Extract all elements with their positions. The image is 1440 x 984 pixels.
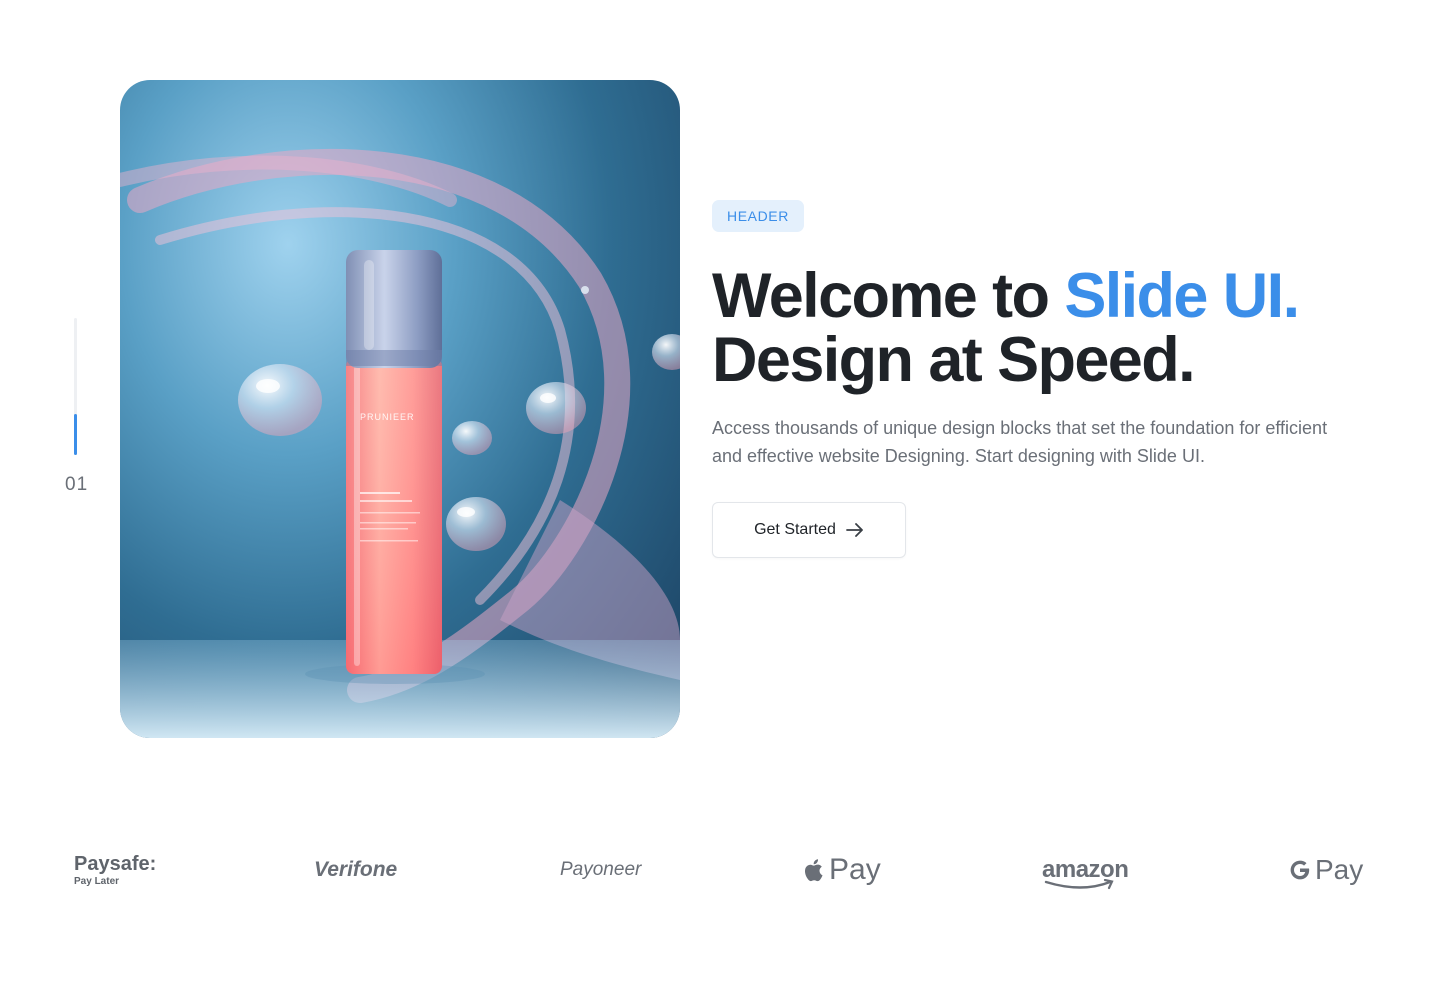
logo-apple-pay: Pay — [804, 840, 881, 900]
amazon-smile-icon — [1044, 878, 1120, 896]
slide-progress-thumb — [74, 414, 77, 455]
slide-number: 01 — [65, 474, 89, 495]
hero-subtitle: Access thousands of unique design blocks… — [712, 418, 1328, 466]
google-g-icon — [1288, 858, 1312, 882]
hero-headline: Welcome to Slide UI. Design at Speed. — [712, 264, 1352, 392]
logo-payoneer: Payoneer — [560, 840, 641, 900]
apple-icon — [804, 857, 826, 883]
logo-amazon: amazon — [1042, 840, 1129, 900]
logo-paysafe-sub: Pay Later — [74, 875, 120, 887]
logo-google-pay: Pay — [1288, 840, 1363, 900]
arrow-right-icon — [846, 523, 864, 537]
hero-content: HEADER Welcome to Slide UI. Design at Sp… — [712, 200, 1352, 558]
logo-paysafe-name: Paysafe: — [74, 852, 157, 875]
headline-part-1: Welcome to — [712, 261, 1065, 331]
logo-apple-pay-name: Pay — [829, 853, 881, 886]
partner-logos: Paysafe: Pay Later Verifone Payoneer Pay… — [74, 840, 1364, 900]
headline-part-2: Design at Speed. — [712, 325, 1196, 395]
headline-accent: Slide UI. — [1064, 261, 1300, 331]
section-badge: HEADER — [712, 200, 804, 232]
logo-google-pay-name: Pay — [1315, 854, 1364, 885]
logo-paysafe: Paysafe: Pay Later — [74, 840, 156, 900]
hero-product-image: PRUNIEER — [120, 80, 680, 738]
get-started-label: Get Started — [754, 521, 836, 538]
page: 01 PRUNIEER HEADER Welcome to Slide UI. … — [0, 0, 1440, 984]
logo-payoneer-name: Payoneer — [560, 859, 642, 880]
slide-indicator[interactable]: 01 — [60, 318, 100, 508]
logo-verifone-name: Verifone — [314, 858, 398, 881]
logo-verifone: Verifone — [314, 840, 397, 900]
product-label: PRUNIEER — [360, 412, 415, 422]
get-started-button[interactable]: Get Started — [712, 502, 906, 558]
